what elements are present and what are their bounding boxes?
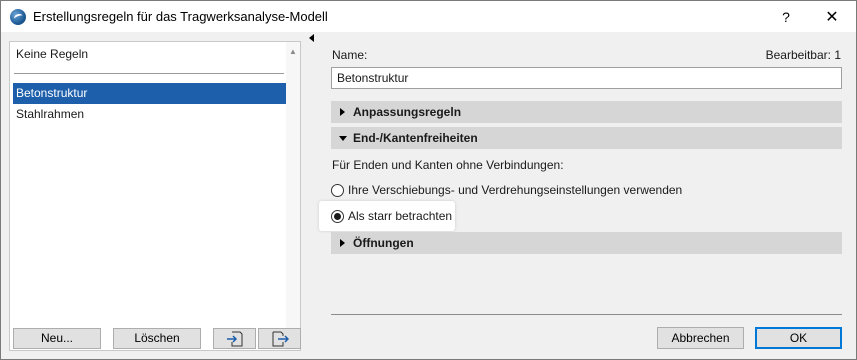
import-button[interactable] [213, 328, 256, 349]
window-title: Erstellungsregeln für das Tragwerksanaly… [33, 9, 328, 24]
export-button[interactable] [258, 328, 301, 349]
delete-rule-button[interactable]: Löschen [113, 328, 201, 349]
import-icon [226, 331, 242, 347]
radio-button-checked[interactable] [331, 209, 344, 223]
collapse-panel-arrow-icon[interactable] [309, 34, 314, 42]
list-item-betonstruktur[interactable]: Betonstruktur [13, 83, 286, 104]
list-item-no-rules[interactable]: Keine Regeln [16, 47, 88, 61]
footer-divider [331, 314, 842, 315]
dialog-window: Erstellungsregeln für das Tragwerksanaly… [0, 0, 857, 360]
rule-name-input[interactable]: Betonstruktur [331, 67, 842, 89]
list-scrollbar[interactable]: ▲ ▼ [286, 42, 300, 350]
radio-use-own-settings[interactable]: Ihre Verschiebungs- und Verdrehungseinst… [331, 180, 682, 200]
edges-note-label: Für Enden und Kanten ohne Verbindungen: [332, 158, 564, 172]
rules-list[interactable]: Keine Regeln Betonstruktur Stahlrahmen ▲… [9, 41, 301, 351]
export-icon [272, 331, 289, 347]
list-divider [14, 73, 284, 74]
expand-arrow-icon [340, 239, 345, 247]
section-title: End-/Kantenfreiheiten [353, 131, 478, 145]
list-item-stahlrahmen[interactable]: Stahlrahmen [13, 104, 286, 125]
collapse-arrow-icon [339, 136, 347, 141]
editable-count-label: Bearbeitbar: 1 [765, 48, 841, 62]
radio-label: Ihre Verschiebungs- und Verdrehungseinst… [348, 183, 683, 197]
section-openings[interactable]: Öffnungen [331, 232, 842, 254]
rule-details-pane: Name: Bearbeitbar: 1 Betonstruktur Anpas… [317, 32, 856, 359]
section-end-edge-releases[interactable]: End-/Kantenfreiheiten [331, 127, 842, 149]
title-bar: Erstellungsregeln für das Tragwerksanaly… [1, 1, 856, 32]
ok-button[interactable]: OK [755, 327, 842, 349]
radio-label: Als starr betrachten [348, 209, 453, 223]
close-button[interactable]: ✕ [809, 1, 855, 32]
help-button[interactable]: ? [763, 1, 809, 32]
expand-arrow-icon [340, 108, 345, 116]
radio-treat-as-rigid[interactable]: Als starr betrachten [331, 206, 452, 226]
section-title: Anpassungsregeln [353, 105, 462, 119]
section-title: Öffnungen [353, 236, 414, 250]
section-adjustment-rules[interactable]: Anpassungsregeln [331, 101, 842, 123]
name-label: Name: [332, 48, 368, 62]
app-logo-icon [10, 9, 26, 25]
rules-list-pane: Keine Regeln Betonstruktur Stahlrahmen ▲… [1, 32, 301, 359]
new-rule-button[interactable]: Neu... [13, 328, 101, 349]
radio-button[interactable] [331, 183, 344, 197]
scroll-up-arrow-icon[interactable]: ▲ [286, 44, 300, 58]
cancel-button[interactable]: Abbrechen [657, 327, 744, 349]
